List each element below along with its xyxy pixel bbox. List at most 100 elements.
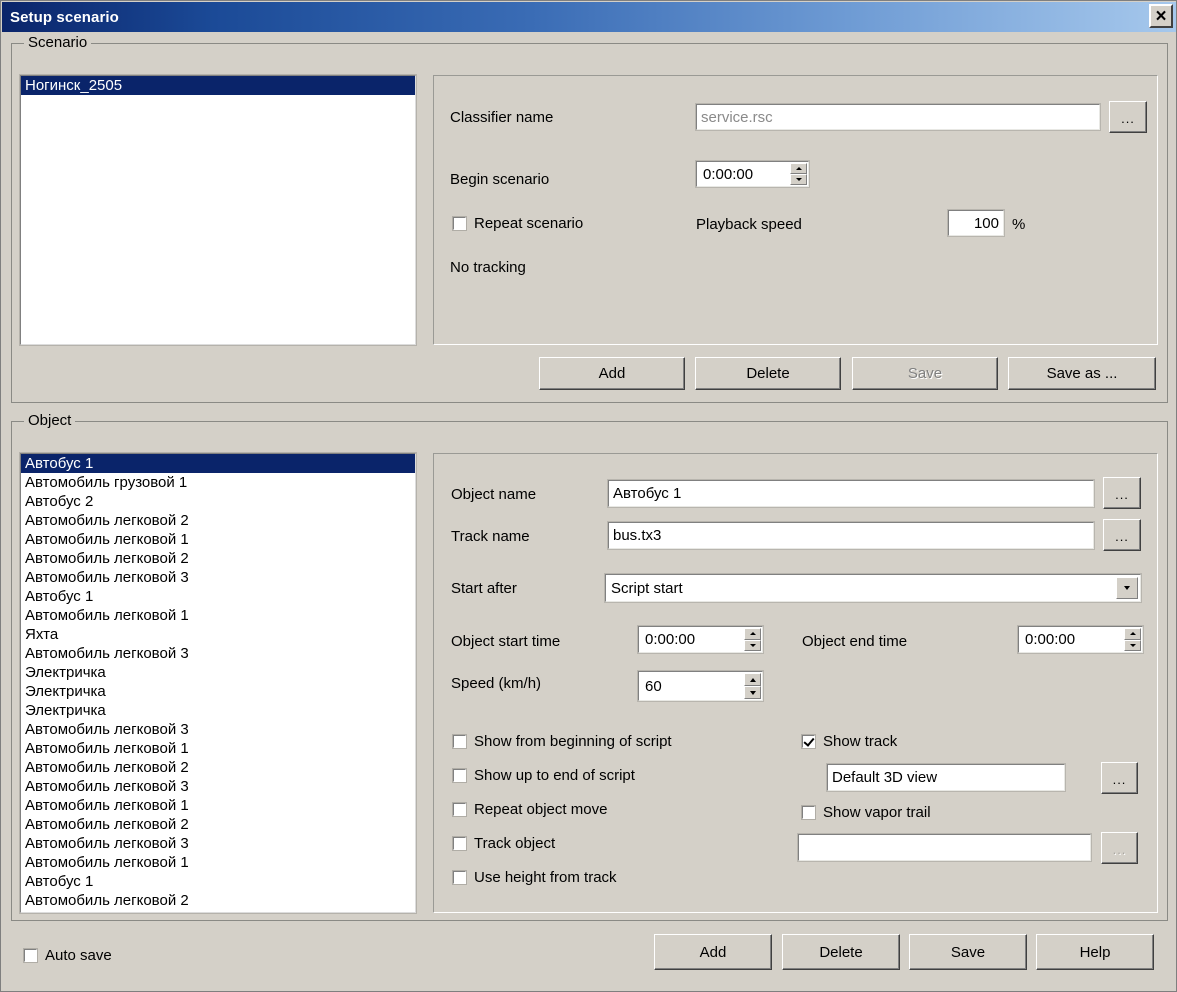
list-item[interactable]: Автобус 1 [21, 454, 415, 473]
object-list[interactable]: Автобус 1 Автомобиль грузовой 1 Автобус 2А… [19, 452, 417, 914]
speed-spinner[interactable]: 60 [637, 670, 764, 702]
triangle-down-icon [1129, 643, 1136, 647]
footer-add-button[interactable]: Add [654, 934, 772, 970]
scenario-save-as-button[interactable]: Save as ... [1008, 357, 1156, 390]
vapor-trail-input[interactable] [797, 833, 1092, 862]
scenario-delete-button[interactable]: Delete [695, 357, 841, 390]
object-list-items: Автобус 1 Автомобиль грузовой 1 Автобус 2А… [21, 454, 415, 910]
track-object-checkbox[interactable]: Track object [452, 835, 556, 852]
list-item[interactable]: Автомобиль легковой 1 [21, 796, 415, 815]
begin-scenario-spinner[interactable]: 0:00:00 [695, 160, 810, 188]
triangle-up-icon [749, 632, 756, 636]
speed-label: Speed (km/h) [451, 675, 542, 692]
spin-up-button[interactable] [1124, 628, 1141, 640]
begin-scenario-label: Begin scenario [450, 171, 550, 188]
object-start-time-value[interactable]: 0:00:00 [639, 627, 744, 652]
repeat-object-move-label: Repeat object move [474, 801, 608, 818]
object-start-time-spin-buttons [744, 628, 761, 651]
auto-save-checkbox[interactable]: Auto save [23, 947, 112, 964]
start-after-dropdown[interactable]: Script start [604, 573, 1142, 603]
triangle-down-icon [1124, 586, 1130, 590]
spin-down-button[interactable] [1124, 639, 1141, 651]
list-item[interactable]: Автомобиль легковой 2 [21, 549, 415, 568]
checkbox-box [801, 734, 816, 749]
show-up-to-end-checkbox[interactable]: Show up to end of script [452, 767, 635, 784]
object-name-label: Object name [451, 486, 537, 503]
list-item[interactable]: Автомобиль легковой 2 [21, 758, 415, 777]
track-object-label: Track object [474, 835, 556, 852]
scenario-add-button[interactable]: Add [539, 357, 685, 390]
triangle-up-icon [795, 167, 802, 170]
spin-down-button[interactable] [744, 686, 761, 699]
footer-help-button[interactable]: Help [1036, 934, 1154, 970]
object-end-time-spinner[interactable]: 0:00:00 [1017, 625, 1144, 654]
object-name-input[interactable]: Автобус 1 [607, 479, 1095, 508]
view-browse-button[interactable]: ... [1101, 762, 1138, 794]
show-from-beginning-checkbox[interactable]: Show from beginning of script [452, 733, 672, 750]
list-item[interactable]: Автомобиль легковой 1 [21, 606, 415, 625]
repeat-object-move-checkbox[interactable]: Repeat object move [452, 801, 608, 818]
classifier-name-label: Classifier name [450, 109, 554, 126]
list-item[interactable]: Автомобиль легковой 2 [21, 815, 415, 834]
list-item[interactable]: Автомобиль легковой 3 [21, 834, 415, 853]
footer-save-button[interactable]: Save [909, 934, 1027, 970]
vapor-trail-browse-button: ... [1101, 832, 1138, 864]
begin-scenario-spin-buttons [790, 163, 807, 185]
object-group-legend: Object [24, 412, 76, 429]
object-end-time-spin-buttons [1124, 628, 1141, 651]
list-item[interactable]: Автомобиль легковой 3 [21, 777, 415, 796]
list-item[interactable]: Автомобиль легковой 2 [21, 511, 415, 530]
repeat-scenario-checkbox[interactable]: Repeat scenario [452, 215, 583, 232]
list-item[interactable]: Автобус 1 [21, 872, 415, 891]
scenario-list[interactable]: Ногинск_2505 [19, 74, 417, 346]
list-item[interactable]: Автобус 1 [21, 587, 415, 606]
show-from-beginning-label: Show from beginning of script [474, 733, 672, 750]
track-name-input[interactable]: bus.tx3 [607, 521, 1095, 550]
list-item[interactable]: Автомобиль легковой 1 [21, 530, 415, 549]
track-name-browse-button[interactable]: ... [1103, 519, 1141, 551]
playback-speed-input[interactable]: 100 [947, 209, 1005, 237]
list-item[interactable]: Электричка [21, 701, 415, 720]
use-height-from-track-checkbox[interactable]: Use height from track [452, 869, 617, 886]
list-item[interactable]: Ногинск_2505 [21, 76, 415, 95]
tracking-status: No tracking [450, 259, 526, 276]
footer-delete-button[interactable]: Delete [782, 934, 900, 970]
list-item[interactable]: Автомобиль легковой 3 [21, 720, 415, 739]
auto-save-label: Auto save [45, 947, 112, 964]
object-start-time-label: Object start time [451, 633, 561, 650]
list-item[interactable]: Автомобиль легковой 2 [21, 891, 415, 910]
classifier-browse-button[interactable]: ... [1109, 101, 1147, 133]
playback-speed-label: Playback speed [696, 216, 802, 233]
classifier-name-input[interactable]: service.rsc [695, 103, 1101, 131]
list-item[interactable]: Электричка [21, 682, 415, 701]
speed-spin-buttons [744, 673, 761, 699]
speed-value[interactable]: 60 [639, 672, 744, 700]
show-vapor-trail-checkbox[interactable]: Show vapor trail [801, 804, 931, 821]
spin-down-button[interactable] [790, 174, 807, 185]
show-up-to-end-label: Show up to end of script [474, 767, 635, 784]
chevron-down-icon[interactable] [1116, 577, 1138, 599]
list-item[interactable]: Электричка [21, 663, 415, 682]
checkbox-box [452, 216, 467, 231]
spin-up-button[interactable] [790, 163, 807, 174]
checkbox-box [23, 948, 38, 963]
spin-down-button[interactable] [744, 639, 761, 651]
object-start-time-spinner[interactable]: 0:00:00 [637, 625, 764, 654]
list-item[interactable]: Автомобиль легковой 1 [21, 739, 415, 758]
playback-speed-unit: % [1012, 216, 1026, 233]
spin-up-button[interactable] [744, 673, 761, 686]
spin-up-button[interactable] [744, 628, 761, 640]
triangle-down-icon [749, 690, 756, 695]
object-end-time-value[interactable]: 0:00:00 [1019, 627, 1124, 652]
show-track-checkbox[interactable]: Show track [801, 733, 897, 750]
list-item[interactable]: Автомобиль легковой 3 [21, 644, 415, 663]
list-item[interactable]: Автобус 2 [21, 492, 415, 511]
view-name-input[interactable]: Default 3D view [826, 763, 1066, 792]
begin-scenario-value[interactable]: 0:00:00 [697, 162, 790, 186]
object-name-browse-button[interactable]: ... [1103, 477, 1141, 509]
list-item[interactable]: Яхта [21, 625, 415, 644]
close-button[interactable]: × [1149, 4, 1173, 28]
list-item[interactable]: Автомобиль легковой 1 [21, 853, 415, 872]
list-item[interactable]: Автомобиль грузовой 1 [21, 473, 415, 492]
list-item[interactable]: Автомобиль легковой 3 [21, 568, 415, 587]
